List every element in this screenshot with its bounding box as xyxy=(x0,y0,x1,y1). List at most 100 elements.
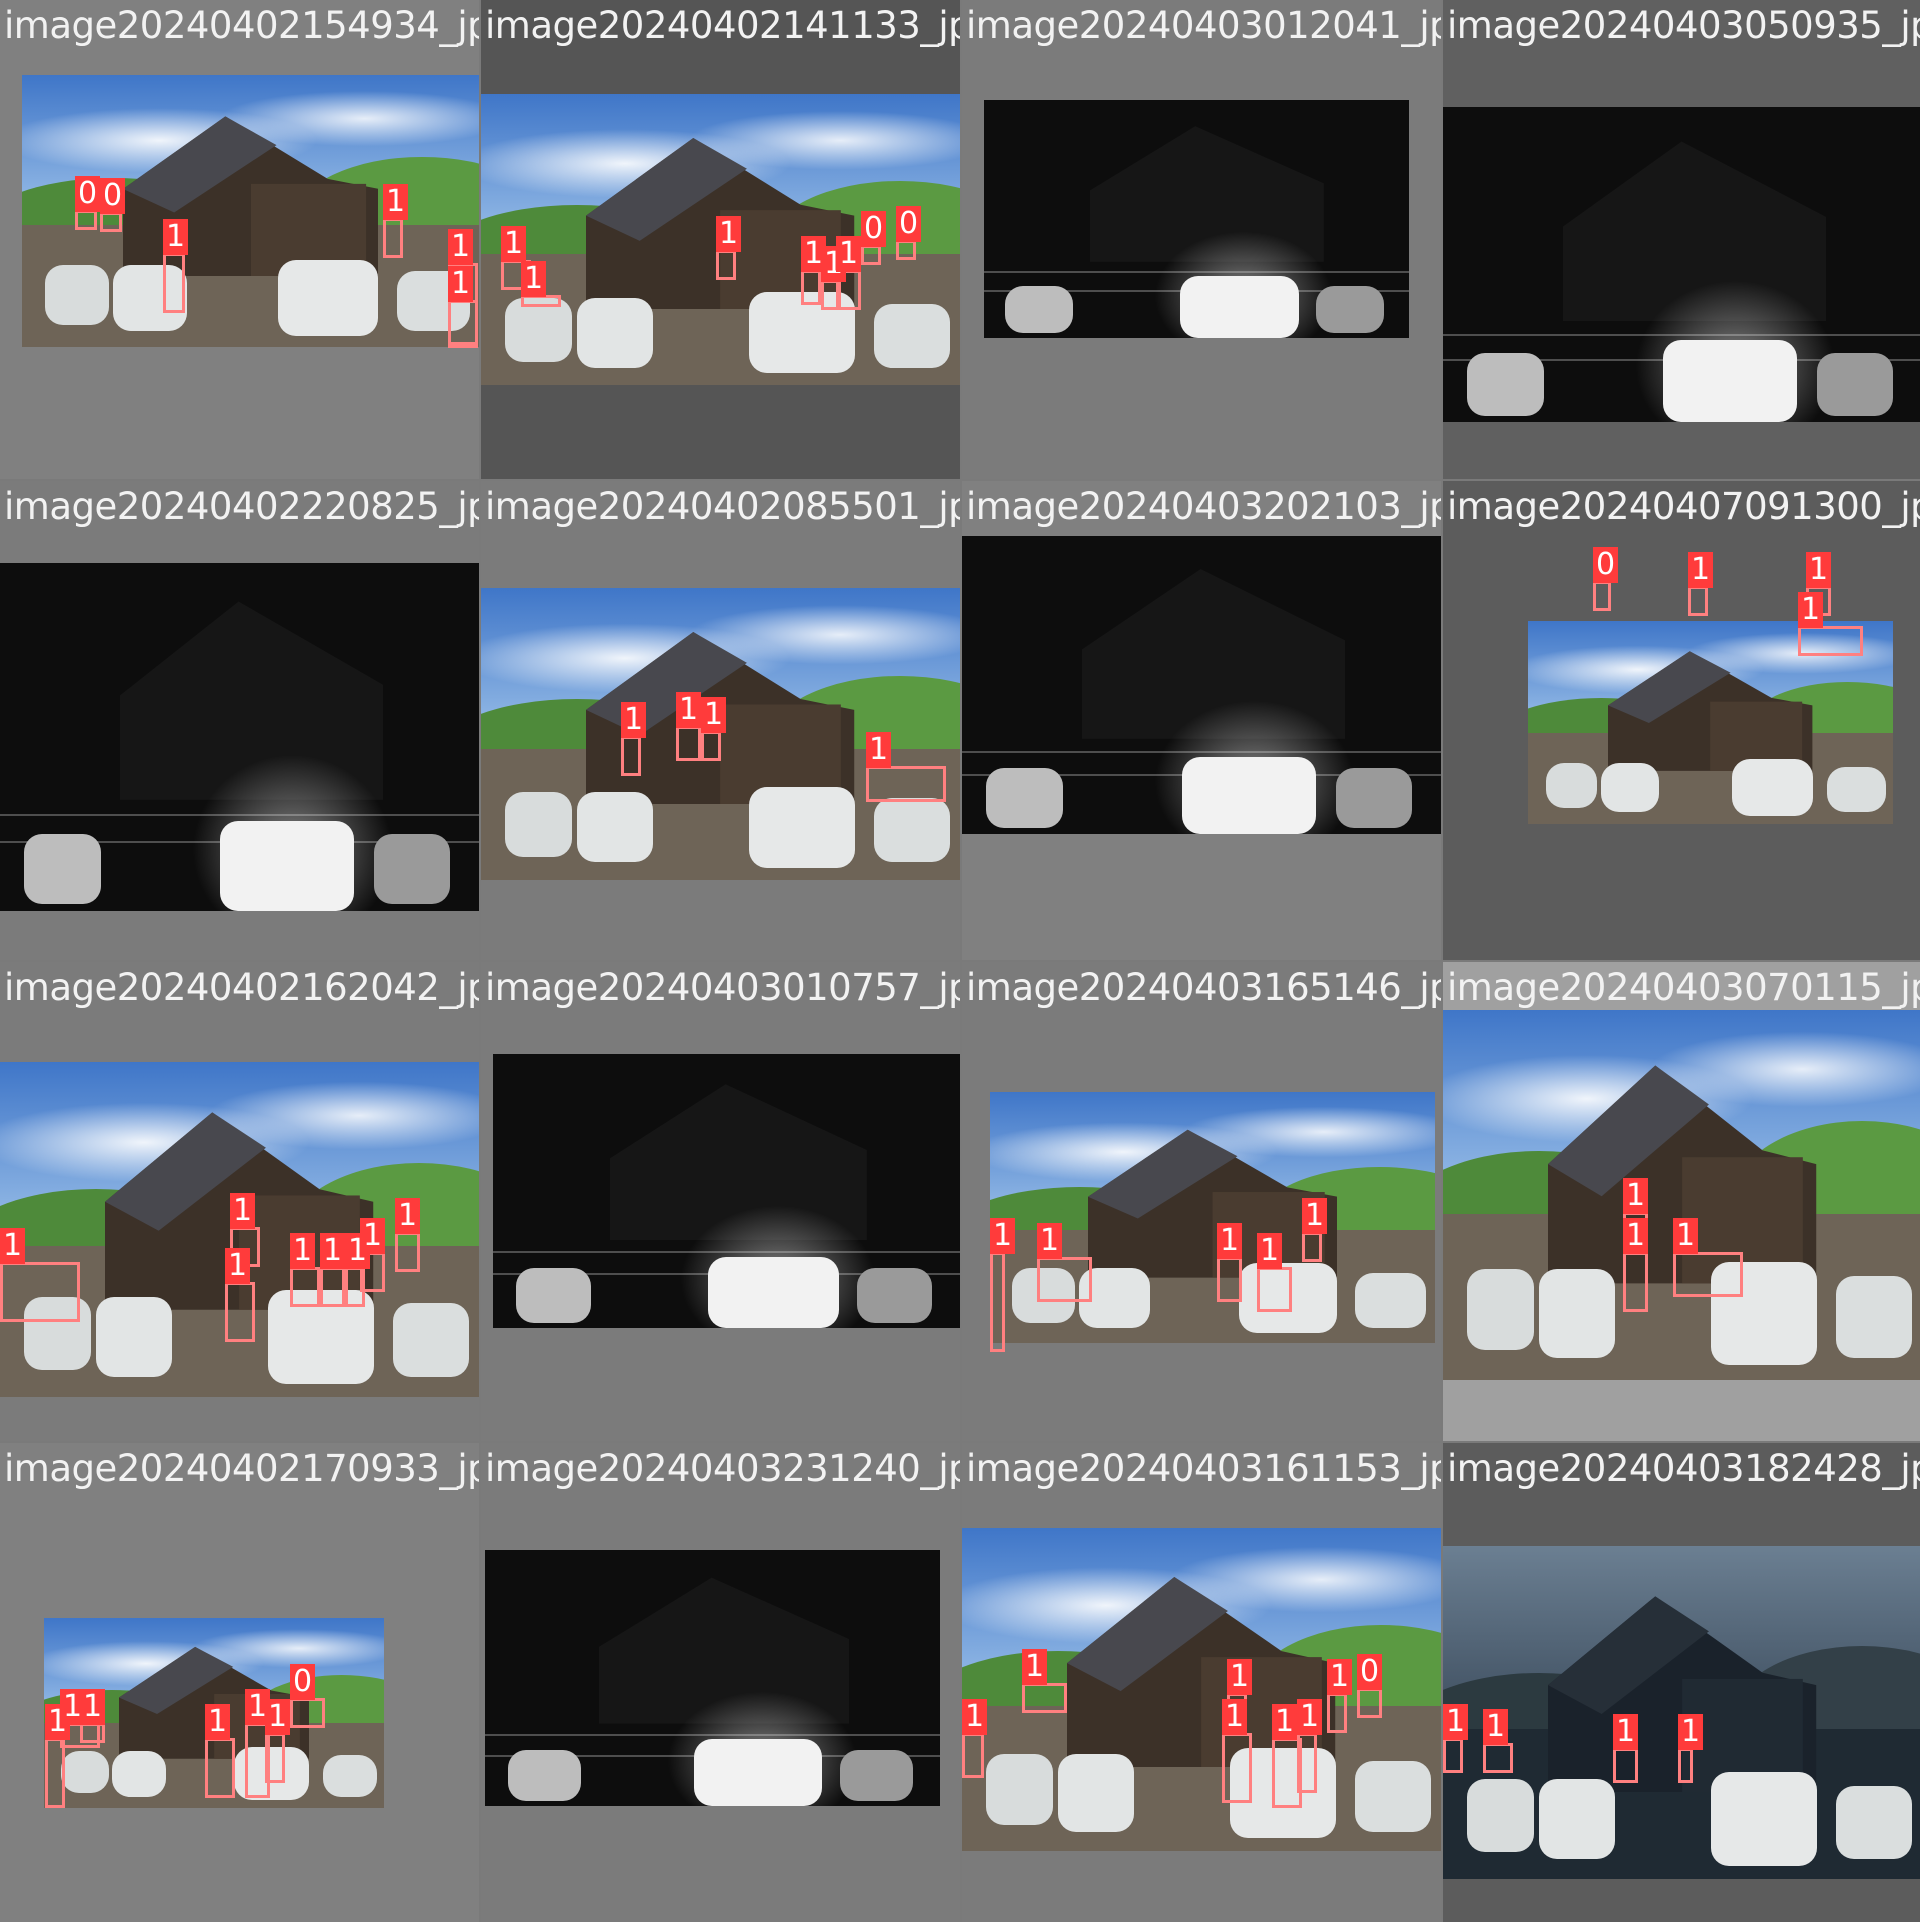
class-label-tag: 1 xyxy=(265,1699,291,1735)
detection-box xyxy=(1483,1743,1513,1773)
detection-box xyxy=(45,1738,65,1808)
class-label-tag: 1 xyxy=(1302,1198,1328,1234)
mosaic-tile: image20240403202103_jpg xyxy=(962,481,1441,960)
mosaic-tile: image20240402220825_jpg.rf.20f5a2474bd08… xyxy=(0,481,479,960)
detection-box xyxy=(1257,1267,1292,1312)
class-label-tag: 0 xyxy=(75,176,101,212)
class-label-tag: 1 xyxy=(1673,1218,1699,1254)
detection-box xyxy=(225,1282,255,1342)
detection-box xyxy=(290,1267,320,1307)
camera-frame xyxy=(984,100,1409,338)
mosaic-tile: 11111111image20240402162042_jpg.rf.adc1e… xyxy=(0,962,479,1441)
detection-box xyxy=(1798,626,1863,656)
mosaic-tile: image20240403010757_jpg xyxy=(481,962,960,1441)
class-label-tag: 1 xyxy=(448,229,474,265)
detection-box xyxy=(1222,1733,1252,1803)
class-label-tag: 0 xyxy=(1357,1654,1383,1690)
detection-box xyxy=(320,1267,345,1307)
image-filename-caption: image20240402162042_jpg.rf.adc1e9a7403c7… xyxy=(4,966,479,1009)
image-filename-caption: image20240403012041_jpg xyxy=(966,4,1441,47)
image-filename-caption: image20240403050935_jpg. xyxy=(1447,4,1920,47)
mosaic-tile: 1 1 1 1 1 image20240403165146_jpg xyxy=(962,962,1441,1441)
mosaic-tile: image20240403231240_jpg xyxy=(481,1443,960,1922)
class-label-tag: 0 xyxy=(896,206,922,242)
detection-box xyxy=(1037,1257,1092,1302)
class-label-tag: 0 xyxy=(861,211,887,247)
class-label-tag: 1 xyxy=(230,1193,256,1229)
detection-box xyxy=(1217,1257,1242,1302)
camera-frame xyxy=(1443,1546,1920,1879)
class-label-tag: 1 xyxy=(1806,552,1832,588)
detection-box xyxy=(676,726,701,761)
class-label-tag: 1 xyxy=(1688,552,1714,588)
detection-box xyxy=(1357,1688,1382,1718)
detection-box xyxy=(205,1738,235,1798)
detection-box xyxy=(1678,1748,1693,1783)
class-label-tag: 1 xyxy=(1623,1218,1649,1254)
detection-box xyxy=(1327,1693,1347,1733)
detection-box xyxy=(801,270,821,305)
detection-box xyxy=(0,1262,80,1322)
class-label-tag: 1 xyxy=(80,1689,106,1725)
image-filename-caption: image20240403070115_jpg. xyxy=(1447,966,1920,1009)
detection-box xyxy=(383,218,403,258)
mosaic-tile: 1 1 1 1 1 1 0 0 image20240402141133_jpg xyxy=(481,0,960,479)
detection-box xyxy=(75,210,97,230)
class-label-tag: 1 xyxy=(836,236,862,272)
class-label-tag: 0 xyxy=(100,178,126,214)
class-label-tag: 1 xyxy=(962,1699,988,1735)
mosaic-tile: 001111image20240402154934_jpg.rf.abe2824… xyxy=(0,0,479,479)
detection-box xyxy=(100,212,122,232)
camera-frame xyxy=(0,563,479,911)
class-label-tag: 1 xyxy=(990,1218,1016,1254)
class-label-tag: 1 xyxy=(1623,1178,1649,1214)
mosaic-tile: 1 1 1 1 image20240402085501_jpg xyxy=(481,481,960,960)
detection-box xyxy=(621,736,641,776)
class-label-tag: 1 xyxy=(1678,1714,1704,1750)
mosaic-tile: 1 1 1 1 1 1 1 0 image20240403161153_jpg xyxy=(962,1443,1441,1922)
mosaic-tile: image20240403050935_jpg. xyxy=(1443,0,1920,479)
detection-box xyxy=(861,245,881,265)
mosaic-tile: image20240403012041_jpg xyxy=(962,0,1441,479)
class-label-tag: 1 xyxy=(1257,1233,1283,1269)
detection-box xyxy=(395,1232,420,1272)
class-label-tag: 1 xyxy=(716,216,742,252)
camera-frame xyxy=(1443,1010,1920,1380)
detection-box xyxy=(1443,1738,1463,1773)
detection-box xyxy=(290,1698,325,1728)
detection-box xyxy=(1623,1252,1648,1312)
image-mosaic: 001111image20240402154934_jpg.rf.abe2824… xyxy=(0,0,1920,1922)
mosaic-tile: 0 1 1 1 image20240407091300_jpg. xyxy=(1443,481,1920,960)
mosaic-tile: 1 1 1 1 image20240403182428_jpg. xyxy=(1443,1443,1920,1922)
image-filename-caption: image20240403202103_jpg xyxy=(966,485,1441,528)
class-label-tag: 1 xyxy=(501,226,527,262)
camera-frame xyxy=(962,536,1441,834)
detection-box xyxy=(990,1252,1005,1352)
detection-box xyxy=(1673,1252,1743,1297)
image-filename-caption: image20240403182428_jpg. xyxy=(1447,1447,1920,1490)
mosaic-tile: 1 1 1 image20240403070115_jpg. xyxy=(1443,962,1920,1441)
detection-box xyxy=(265,1733,285,1783)
detection-box xyxy=(80,1723,105,1743)
class-label-tag: 0 xyxy=(290,1664,316,1700)
image-filename-caption: image20240403231240_jpg xyxy=(485,1447,960,1490)
image-filename-caption: image20240402141133_jpg xyxy=(485,4,960,47)
class-label-tag: 1 xyxy=(1037,1223,1063,1259)
class-label-tag: 1 xyxy=(395,1198,421,1234)
class-label-tag: 1 xyxy=(1227,1659,1253,1695)
detection-box xyxy=(1593,581,1611,611)
class-label-tag: 1 xyxy=(1297,1699,1323,1735)
class-label-tag: 1 xyxy=(205,1704,231,1740)
mosaic-tile: 1111110image20240402170933_jpg.rf.b18522… xyxy=(0,1443,479,1922)
class-label-tag: 1 xyxy=(1022,1649,1048,1685)
class-label-tag: 1 xyxy=(701,697,727,733)
image-filename-caption: image20240402085501_jpg xyxy=(485,485,960,528)
camera-frame xyxy=(990,1092,1435,1343)
detection-box xyxy=(962,1733,984,1778)
class-label-tag: 1 xyxy=(1217,1223,1243,1259)
class-label-tag: 1 xyxy=(448,266,474,302)
camera-frame xyxy=(1443,107,1920,422)
class-label-tag: 1 xyxy=(0,1228,26,1264)
class-label-tag: 1 xyxy=(1613,1714,1639,1750)
detection-box xyxy=(701,731,721,761)
